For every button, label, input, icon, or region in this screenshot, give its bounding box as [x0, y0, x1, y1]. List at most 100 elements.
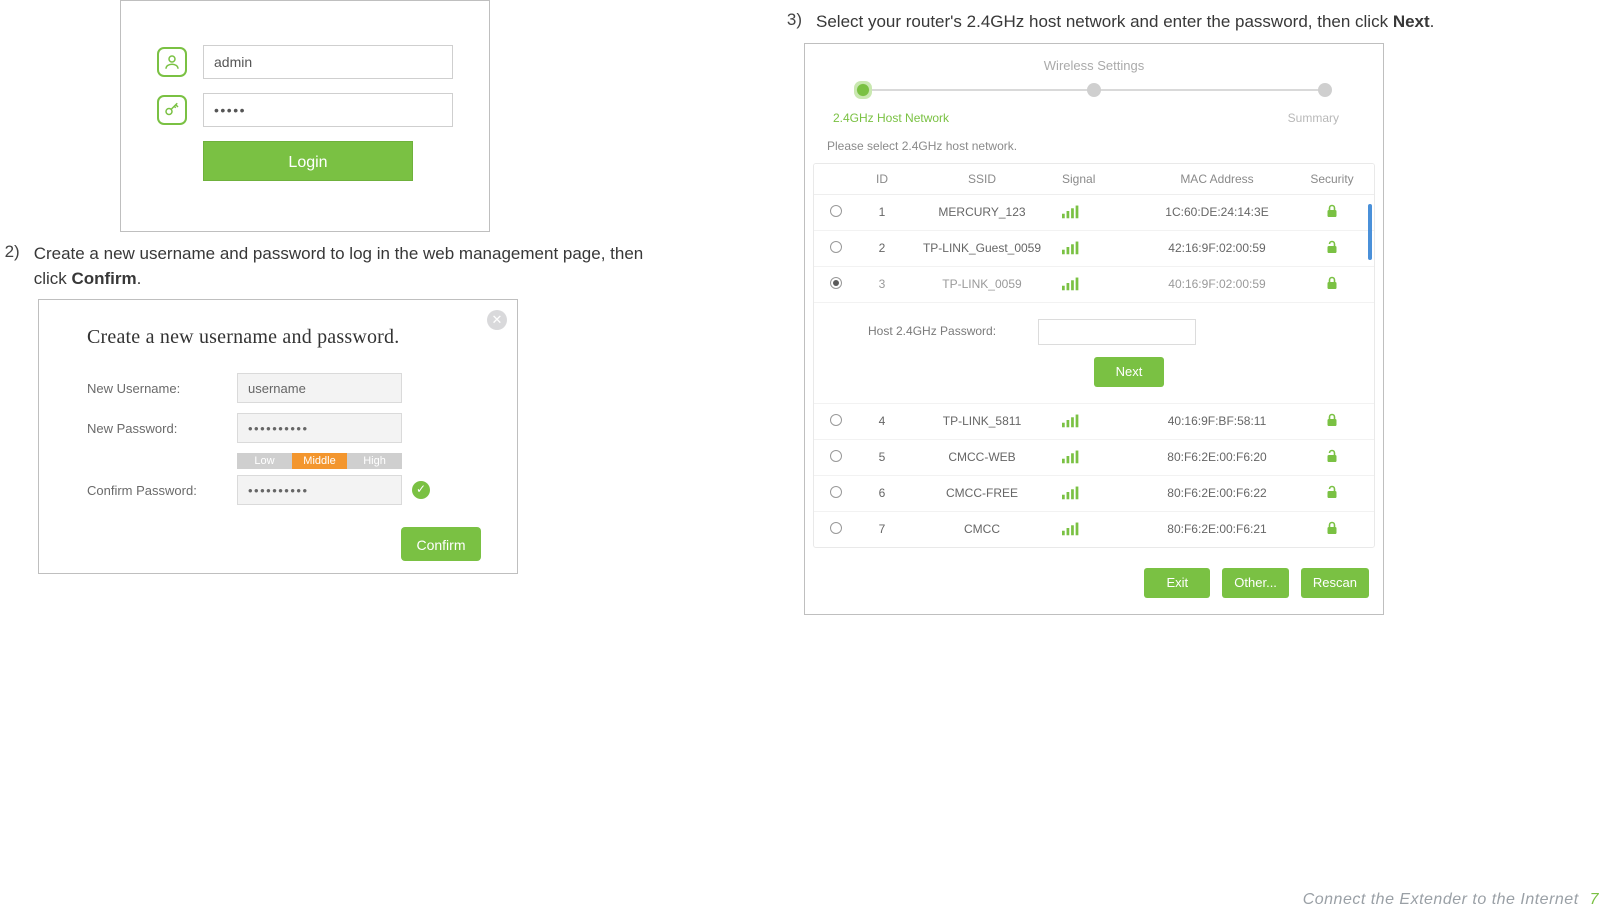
cell-id: 4	[862, 414, 902, 428]
step-bold: Next	[1393, 12, 1430, 31]
col-security: Security	[1302, 172, 1362, 186]
signal-icon	[1062, 520, 1132, 539]
strength-mid: Middle	[292, 453, 347, 469]
password-strength-meter: Low Middle High	[237, 453, 402, 469]
lock-icon	[1302, 276, 1362, 293]
table-row[interactable]: 7CMCC 80:F6:2E:00:F6:21	[814, 512, 1374, 547]
step-2-text: 2) Create a new username and password to…	[0, 242, 680, 291]
radio-select[interactable]	[830, 414, 842, 426]
host-password-label: Host 2.4GHz Password:	[868, 324, 1038, 338]
cell-id: 2	[862, 241, 902, 255]
confirm-button[interactable]: Confirm	[401, 527, 481, 561]
cell-id: 7	[862, 522, 902, 536]
col-ssid: SSID	[902, 172, 1062, 186]
host-password-input[interactable]	[1038, 319, 1196, 345]
step-number: 3)	[780, 10, 802, 35]
footer-text: Connect the Extender to the Internet	[1303, 891, 1579, 908]
table-row[interactable]: 6CMCC-FREE 80:F6:2E:00:F6:22	[814, 476, 1374, 512]
progress-dot-mid	[1087, 83, 1101, 97]
table-row[interactable]: 3TP-LINK_0059 40:16:9F:02:00:59	[814, 267, 1374, 303]
col-mac: MAC Address	[1132, 172, 1302, 186]
page-footer: Connect the Extender to the Internet 7	[1303, 891, 1599, 909]
table-row[interactable]: 4TP-LINK_5811 40:16:9F:BF:58:11	[814, 404, 1374, 440]
cell-id: 6	[862, 486, 902, 500]
cell-mac: 80:F6:2E:00:F6:22	[1132, 486, 1302, 500]
radio-select[interactable]	[830, 241, 842, 253]
login-panel: Login	[120, 0, 490, 232]
cell-id: 5	[862, 450, 902, 464]
cell-mac: 40:16:9F:02:00:59	[1132, 277, 1302, 291]
strength-high: High	[347, 453, 402, 469]
username-input[interactable]	[203, 45, 453, 79]
signal-icon	[1062, 275, 1132, 294]
select-network-instruction: Please select 2.4GHz host network.	[827, 139, 1375, 153]
new-username-label: New Username:	[87, 381, 237, 396]
cell-ssid: TP-LINK_5811	[902, 414, 1062, 428]
progress-dot-host	[854, 81, 872, 99]
col-signal: Signal	[1062, 172, 1132, 186]
lock-icon	[1302, 449, 1362, 466]
rescan-button[interactable]: Rescan	[1301, 568, 1369, 598]
new-username-input[interactable]	[237, 373, 402, 403]
create-title: Create a new username and password.	[87, 326, 481, 349]
lock-icon	[1302, 485, 1362, 502]
new-password-label: New Password:	[87, 421, 237, 436]
check-icon: ✓	[412, 481, 430, 499]
cell-id: 1	[862, 205, 902, 219]
other-button[interactable]: Other...	[1222, 568, 1289, 598]
signal-icon	[1062, 484, 1132, 503]
cell-ssid: CMCC-WEB	[902, 450, 1062, 464]
radio-select[interactable]	[830, 486, 842, 498]
exit-button[interactable]: Exit	[1144, 568, 1210, 598]
signal-icon	[1062, 448, 1132, 467]
confirm-password-input[interactable]	[237, 475, 402, 505]
signal-icon	[1062, 239, 1132, 258]
signal-icon	[1062, 412, 1132, 431]
cell-mac: 42:16:9F:02:00:59	[1132, 241, 1302, 255]
radio-select[interactable]	[830, 205, 842, 217]
login-button[interactable]: Login	[203, 141, 413, 181]
strength-low: Low	[237, 453, 292, 469]
key-icon	[157, 95, 187, 125]
table-row[interactable]: 1MERCURY_123 1C:60:DE:24:14:3E	[814, 195, 1374, 231]
cell-mac: 40:16:9F:BF:58:11	[1132, 414, 1302, 428]
scrollbar[interactable]	[1368, 204, 1372, 260]
radio-select[interactable]	[830, 522, 842, 534]
network-table: ID SSID Signal MAC Address Security 1MER…	[813, 163, 1375, 548]
cell-ssid: TP-LINK_Guest_0059	[902, 241, 1062, 255]
table-row[interactable]: 2TP-LINK_Guest_0059 42:16:9F:02:00:59	[814, 231, 1374, 267]
password-input[interactable]	[203, 93, 453, 127]
progress-label-host: 2.4GHz Host Network	[833, 111, 949, 125]
col-id: ID	[862, 172, 902, 186]
step-3-text: 3) Select your router's 2.4GHz host netw…	[780, 10, 1597, 35]
cell-mac: 80:F6:2E:00:F6:21	[1132, 522, 1302, 536]
step-bold: Confirm	[71, 269, 136, 288]
lock-icon	[1302, 204, 1362, 221]
cell-ssid: CMCC	[902, 522, 1062, 536]
cell-ssid: CMCC-FREE	[902, 486, 1062, 500]
radio-select[interactable]	[830, 277, 842, 289]
cell-ssid: MERCURY_123	[902, 205, 1062, 219]
new-password-input[interactable]	[237, 413, 402, 443]
table-header: ID SSID Signal MAC Address Security	[814, 164, 1374, 195]
close-icon[interactable]: ✕	[487, 310, 507, 330]
footer-page-number: 7	[1590, 891, 1599, 908]
cell-id: 3	[862, 277, 902, 291]
lock-icon	[1302, 240, 1362, 257]
progress-labels: 2.4GHz Host Network Summary	[813, 111, 1375, 125]
cell-ssid: TP-LINK_0059	[902, 277, 1062, 291]
wireless-settings-title: Wireless Settings	[813, 58, 1375, 73]
table-row[interactable]: 5CMCC-WEB80:F6:2E:00:F6:20	[814, 440, 1374, 476]
step-text-post: .	[1430, 12, 1435, 31]
next-button[interactable]: Next	[1094, 357, 1164, 387]
wireless-settings-panel: Wireless Settings 2.4GHz Host Network Su…	[804, 43, 1384, 615]
lock-icon	[1302, 413, 1362, 430]
cell-mac: 1C:60:DE:24:14:3E	[1132, 205, 1302, 219]
confirm-password-label: Confirm Password:	[87, 483, 237, 498]
progress-dot-summary	[1318, 83, 1332, 97]
host-password-row: Host 2.4GHz Password: Next	[814, 303, 1374, 404]
radio-select[interactable]	[830, 450, 842, 462]
progress-label-summary: Summary	[1288, 111, 1339, 125]
user-icon	[157, 47, 187, 77]
signal-icon	[1062, 203, 1132, 222]
